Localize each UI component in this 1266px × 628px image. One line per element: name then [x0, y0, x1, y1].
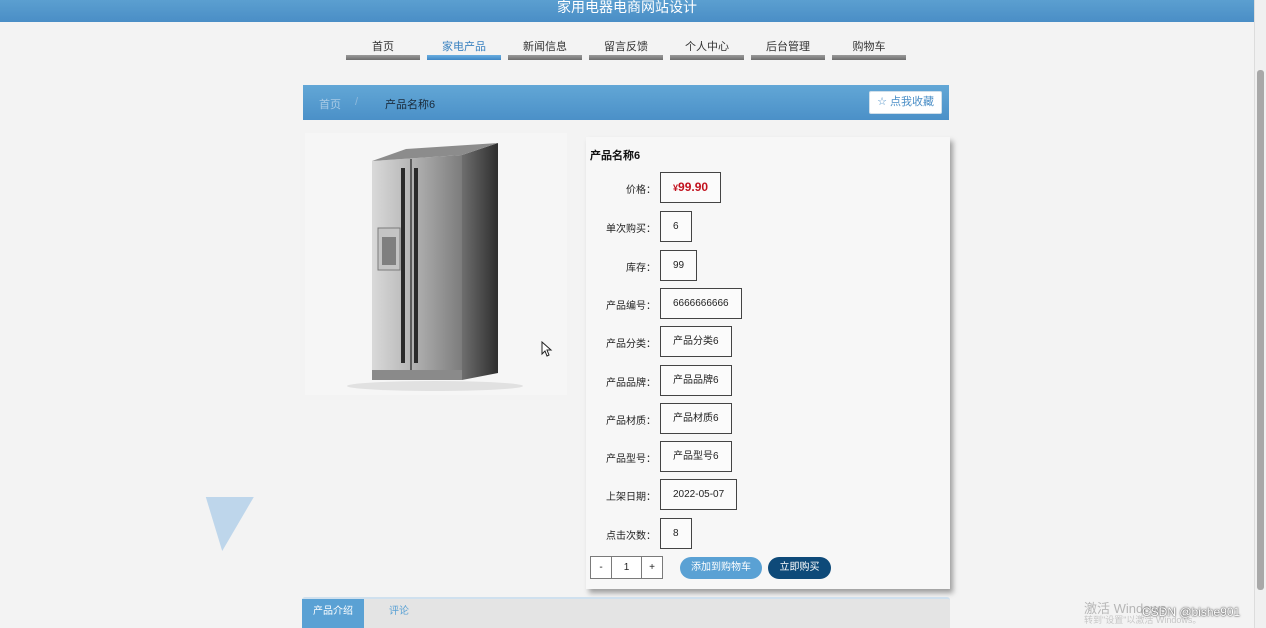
field-value: 产品分类6	[660, 326, 732, 357]
nav-label: 购物车	[852, 41, 886, 53]
buy-now-button[interactable]: 立即购买	[768, 557, 831, 579]
field-label: 产品品牌：	[606, 378, 656, 389]
nav-underline	[832, 55, 906, 60]
price-amount: 99.90	[678, 180, 709, 194]
page-scrollbar[interactable]	[1254, 0, 1266, 628]
nav-underline	[751, 55, 825, 60]
field-label: 价格：	[626, 185, 656, 196]
field-label: 产品材质：	[606, 416, 656, 427]
field-material: 产品材质： 产品材质6	[586, 403, 950, 435]
field-listing-date: 上架日期： 2022-05-07	[586, 479, 950, 511]
nav-item-profile[interactable]: 个人中心	[670, 38, 744, 60]
add-to-cart-button[interactable]: 添加到购物车	[680, 557, 762, 579]
field-stock: 库存： 99	[586, 250, 950, 282]
nav-label: 家电产品	[442, 41, 486, 53]
field-value: 6666666666	[660, 288, 742, 319]
nav-underline	[670, 55, 744, 60]
field-label: 单次购买：	[606, 224, 656, 235]
nav-item-cart[interactable]: 购物车	[832, 38, 906, 60]
nav-label: 留言反馈	[604, 41, 648, 53]
nav-item-products[interactable]: 家电产品	[427, 38, 501, 60]
product-image	[305, 133, 567, 395]
field-value: 8	[660, 518, 692, 549]
field-model: 产品型号： 产品型号6	[586, 441, 950, 473]
nav-item-home[interactable]: 首页	[346, 38, 420, 60]
decorative-triangle	[198, 497, 254, 551]
field-label: 产品分类：	[606, 339, 656, 350]
field-label: 库存：	[626, 263, 656, 274]
tab-product-intro[interactable]: 产品介绍	[302, 599, 364, 628]
nav-label: 个人中心	[685, 41, 729, 53]
quantity-stepper: - 1 +	[590, 556, 663, 579]
quantity-increase-button[interactable]: +	[641, 556, 663, 579]
field-product-code: 产品编号： 6666666666	[586, 288, 950, 320]
mouse-cursor-icon	[541, 341, 553, 357]
field-label: 产品型号：	[606, 454, 656, 465]
field-label: 点击次数：	[606, 531, 656, 542]
nav-label: 首页	[372, 41, 394, 53]
detail-tabs: 产品介绍 评论	[302, 597, 950, 628]
nav-underline	[508, 55, 582, 60]
refrigerator-image	[347, 143, 523, 391]
field-value: 产品品牌6	[660, 365, 732, 396]
main-nav: 首页 家电产品 新闻信息 留言反馈 个人中心 后台管理 购物车	[346, 38, 906, 60]
csdn-watermark: CSDN @bishe901	[1142, 605, 1241, 619]
breadcrumb-separator: /	[355, 96, 359, 108]
favorite-button[interactable]: ☆ 点我收藏	[869, 91, 942, 114]
field-price: 价格： ¥99.90	[586, 172, 950, 204]
nav-label: 新闻信息	[523, 41, 567, 53]
field-click-count: 点击次数： 8	[586, 518, 950, 550]
site-header: 家用电器电商网站设计	[0, 0, 1254, 22]
field-value: 6	[660, 211, 692, 242]
nav-item-admin[interactable]: 后台管理	[751, 38, 825, 60]
site-title: 家用电器电商网站设计	[557, 0, 697, 15]
product-detail-card: 产品名称6 价格： ¥99.90 单次购买： 6 库存： 99 产品编号： 66…	[586, 137, 950, 589]
field-value: 99	[660, 250, 698, 281]
nav-item-feedback[interactable]: 留言反馈	[589, 38, 663, 60]
breadcrumb-current: 产品名称6	[385, 99, 436, 111]
field-value: 产品材质6	[660, 403, 732, 434]
scrollbar-thumb[interactable]	[1257, 70, 1264, 590]
breadcrumb-home-link[interactable]: 首页	[319, 96, 341, 112]
nav-underline	[427, 55, 501, 60]
nav-underline	[346, 55, 420, 60]
field-label: 产品编号：	[606, 301, 656, 312]
nav-label: 后台管理	[766, 41, 810, 53]
price-value: ¥99.90	[660, 172, 722, 203]
field-value: 2022-05-07	[660, 479, 738, 510]
field-value: 产品型号6	[660, 441, 732, 472]
star-outline-icon: ☆	[877, 96, 887, 108]
breadcrumb-bar: 首页 / 产品名称6 ☆ 点我收藏	[303, 85, 949, 120]
field-category: 产品分类： 产品分类6	[586, 326, 950, 358]
field-brand: 产品品牌： 产品品牌6	[586, 365, 950, 397]
tab-comments[interactable]: 评论	[364, 599, 434, 628]
nav-item-news[interactable]: 新闻信息	[508, 38, 582, 60]
nav-underline	[589, 55, 663, 60]
quantity-decrease-button[interactable]: -	[590, 556, 612, 579]
product-name: 产品名称6	[590, 150, 641, 162]
field-single-purchase: 单次购买： 6	[586, 211, 950, 243]
field-label: 上架日期：	[606, 492, 656, 503]
favorite-label: 点我收藏	[890, 96, 934, 108]
quantity-input[interactable]: 1	[612, 556, 641, 579]
